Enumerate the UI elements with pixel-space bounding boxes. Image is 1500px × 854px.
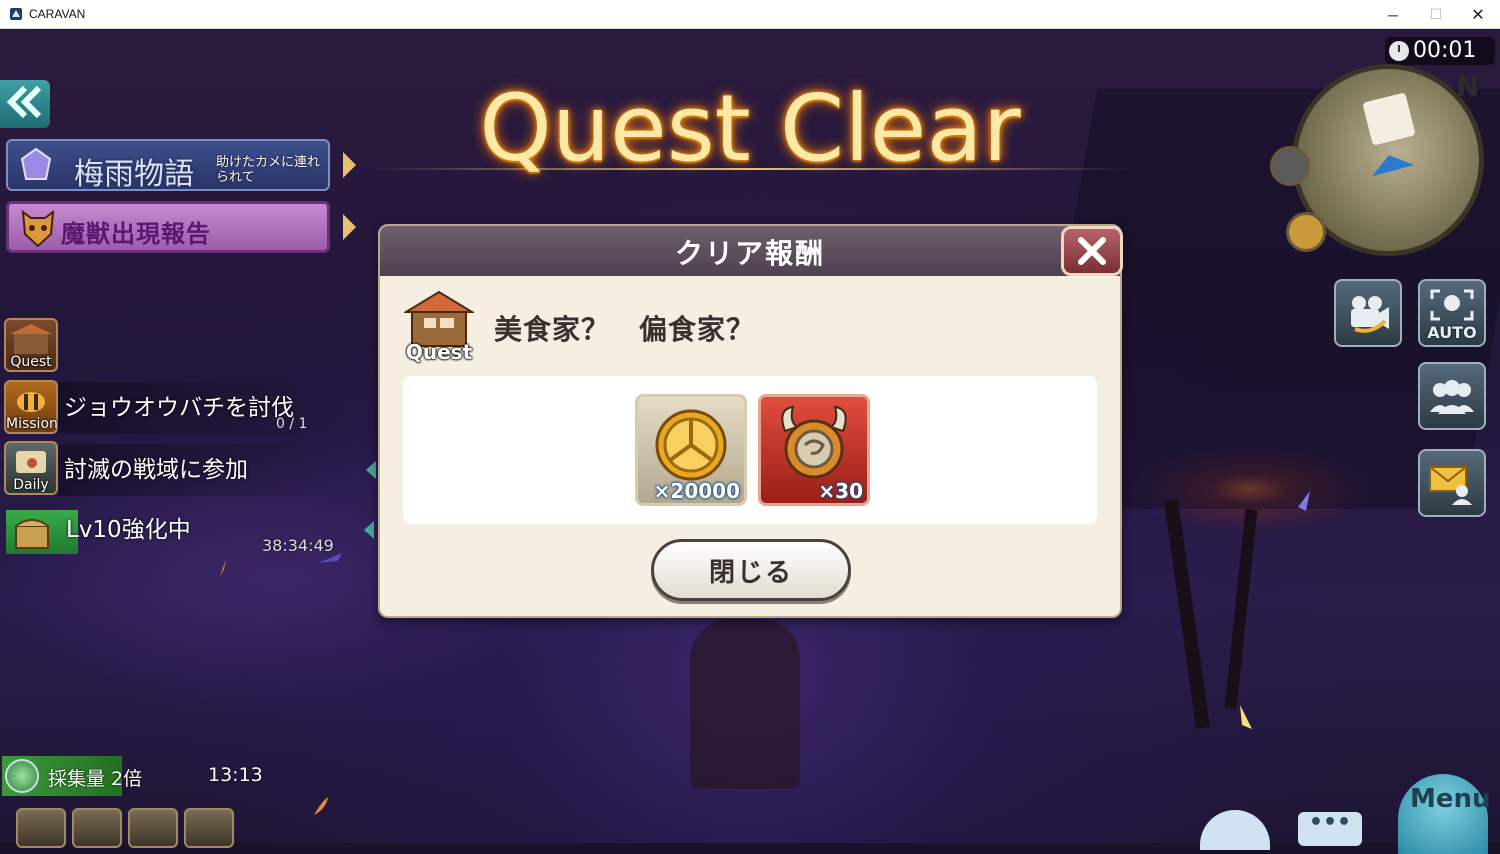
quest-badge: Quest	[400, 288, 478, 366]
leaf-particle	[220, 559, 226, 577]
back-button[interactable]	[0, 80, 50, 128]
reward-item[interactable]: ×20000	[635, 394, 747, 506]
leaf-particle	[314, 797, 328, 815]
mission-progress: 0 / 1	[276, 416, 308, 432]
window-title: CARAVAN	[29, 7, 86, 21]
horned-orb-icon	[781, 405, 847, 479]
daily-tab-label: Daily	[13, 477, 49, 493]
treasure-chest-icon	[15, 519, 49, 549]
daily-collapse-arrow[interactable]	[366, 461, 376, 479]
menu-label: Menu	[1410, 784, 1491, 814]
close-dialog-button[interactable]: 閉じる	[651, 539, 851, 601]
leaf-particle	[1298, 491, 1310, 511]
daily-entry[interactable]: 討滅の戦域に参加	[58, 444, 358, 496]
gather-boost-icon[interactable]	[184, 808, 234, 848]
quest-name: 美食家？ 偏食家？	[494, 313, 756, 346]
reward-count: ×20000	[653, 479, 740, 503]
gather-label: 採集量 2倍	[48, 768, 143, 790]
minimize-button[interactable]: ─	[1371, 0, 1415, 29]
clock-icon	[1389, 41, 1409, 61]
scene-pillar	[1164, 499, 1210, 729]
monster-report-banner[interactable]: 魔獣出現報告	[6, 201, 330, 253]
mission-tab[interactable]: Mission	[4, 380, 58, 434]
player-arrow-icon	[1367, 149, 1415, 177]
reward-count: ×30	[818, 479, 863, 503]
upgrade-label: Lv10強化中	[66, 517, 191, 543]
beast-mask-icon	[21, 209, 55, 248]
mission-tab-label: Mission	[6, 416, 58, 432]
camera-button[interactable]	[1334, 279, 1402, 347]
quest-tab[interactable]: Quest	[4, 318, 58, 372]
upgrade-entry[interactable]: Lv10強化中 38:34:49	[4, 508, 354, 556]
gather-timer: 13:13	[208, 764, 263, 786]
gather-boost-row[interactable]: 採集量 2倍 13:13	[2, 756, 272, 796]
upgrade-timer: 38:34:49	[262, 536, 334, 555]
event-banner[interactable]: 梅雨物語 助けたカメに連れられて	[6, 139, 330, 192]
scroll-icon	[16, 451, 46, 473]
clear-reward-dialog: クリア報酬 Quest 美食家？ 偏食家？ ×20000 ×30 閉じる	[378, 224, 1123, 618]
maximize-button[interactable]: ☐	[1414, 0, 1458, 29]
map-toggle-button[interactable]	[1270, 146, 1310, 186]
crystal-icon	[20, 147, 52, 180]
auto-target-icon	[1430, 289, 1474, 321]
scene-pillar	[1224, 508, 1258, 710]
quest-clear-heading: Quest Clear	[479, 75, 1021, 182]
event-expand-arrow[interactable]	[343, 152, 356, 178]
mail-button[interactable]	[1418, 449, 1486, 517]
player-character	[690, 619, 800, 789]
gold-boost-icon[interactable]	[72, 808, 122, 848]
leaf-particle	[1240, 705, 1252, 729]
reward-item[interactable]: ×30	[758, 394, 870, 506]
drop-boost-icon[interactable]	[128, 808, 178, 848]
close-icon	[1078, 237, 1106, 265]
mail-envelope-icon	[1429, 466, 1472, 505]
banner-underline	[370, 168, 1130, 170]
quest-hut-icon	[10, 324, 52, 354]
more-options-button[interactable]: •••	[1298, 812, 1362, 846]
window-titlebar: CARAVAN ─ ☐ ✕	[0, 0, 1500, 29]
bee-icon	[17, 392, 45, 412]
quest-clear-banner: Quest Clear	[370, 64, 1130, 194]
gold-coin-icon	[655, 409, 727, 481]
dialog-close-button[interactable]	[1061, 226, 1123, 276]
daily-tab[interactable]: Daily	[4, 441, 58, 495]
menu-button[interactable]: Menu	[1390, 768, 1500, 854]
double-chevron-left-icon	[6, 85, 42, 119]
gather-orb-icon	[5, 759, 39, 793]
auto-button[interactable]: AUTO	[1418, 279, 1486, 347]
event-subtitle: 助けたカメに連れられて	[216, 155, 321, 185]
report-expand-arrow[interactable]	[343, 214, 356, 240]
quest-tab-label: Quest	[10, 354, 52, 370]
dialog-title: クリア報酬	[674, 237, 825, 270]
window-close-button[interactable]: ✕	[1456, 0, 1500, 29]
monster-report-label: 魔獣出現報告	[61, 220, 211, 248]
exp-boost-icon[interactable]	[16, 808, 66, 848]
clock-time: 00:01	[1413, 38, 1477, 63]
event-title: 梅雨物語	[74, 157, 194, 192]
mission-entry[interactable]: ジョウオウバチを討伐 0 / 1	[58, 382, 358, 434]
play-clock: 00:01	[1385, 37, 1495, 65]
video-camera-icon	[1351, 296, 1389, 333]
quest-marker-icon	[1362, 92, 1416, 146]
dialog-header: クリア報酬	[380, 226, 1120, 276]
mission-label: ジョウオウバチを討伐	[64, 395, 294, 421]
party-icon	[1430, 380, 1474, 414]
quest-badge-label: Quest	[405, 340, 473, 364]
map-pet-button[interactable]	[1286, 212, 1326, 252]
compass-north: N	[1456, 70, 1480, 103]
upgrade-collapse-arrow[interactable]	[364, 521, 374, 539]
daily-label: 討滅の戦域に参加	[64, 457, 248, 483]
app-icon	[10, 8, 22, 20]
reward-list: ×20000 ×30	[403, 376, 1097, 524]
auto-label: AUTO	[1427, 323, 1477, 342]
party-button[interactable]	[1418, 362, 1486, 430]
